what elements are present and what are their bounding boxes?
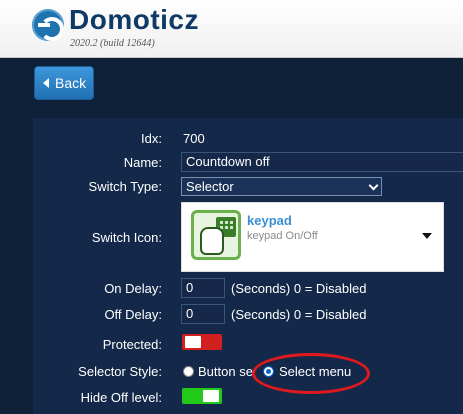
toggle-knob: [203, 390, 219, 402]
dropdown-triangle-icon: [422, 233, 432, 239]
keypad-dot: [225, 226, 228, 229]
keypad-dot: [220, 221, 223, 224]
off-delay-hint: (Seconds) 0 = Disabled: [231, 307, 367, 322]
switch-icon-select[interactable]: keypad keypad On/Off: [181, 202, 444, 272]
back-button[interactable]: Back: [34, 66, 94, 100]
icon-title: keypad: [247, 213, 292, 228]
protected-label: Protected:: [102, 337, 162, 352]
hide-off-toggle[interactable]: [182, 388, 222, 404]
toggle-knob: [185, 336, 201, 348]
app-version: 2020.2 (build 12644): [70, 38, 155, 49]
app-title: Domoticz: [69, 4, 199, 35]
switch-type-label: Switch Type:: [88, 179, 162, 194]
name-label: Name:: [123, 155, 162, 170]
switch-icon-label: Switch Icon:: [91, 230, 162, 245]
on-delay-input[interactable]: 0: [181, 278, 225, 298]
keypad-dot: [225, 221, 228, 224]
back-button-label: Back: [55, 75, 87, 91]
switch-type-select[interactable]: Selector: [181, 177, 382, 196]
chevron-down-icon: [368, 180, 379, 191]
off-delay-label: Off Delay:: [104, 307, 162, 322]
app-header: Domoticz 2020.2 (build 12644): [0, 0, 463, 58]
back-arrow-icon: [43, 78, 49, 88]
off-delay-input[interactable]: 0: [181, 304, 225, 324]
radio-button-set-label: Button se: [198, 364, 253, 379]
name-input[interactable]: Countdown off: [181, 152, 463, 172]
switch-type-value: Selector: [186, 179, 234, 194]
hide-off-label: Hide Off level:: [80, 390, 162, 405]
idx-value: 700: [183, 131, 205, 146]
radio-button-set[interactable]: [183, 366, 194, 377]
domoticz-logo-icon: [32, 9, 64, 41]
protected-toggle[interactable]: [182, 334, 222, 350]
on-delay-label: On Delay:: [104, 281, 162, 296]
keypad-dot: [230, 226, 233, 229]
idx-label: Idx:: [141, 131, 162, 146]
on-delay-hint: (Seconds) 0 = Disabled: [231, 281, 367, 296]
keypad-icon: [191, 210, 241, 260]
highlight-annotation: [252, 353, 370, 394]
keypad-dot: [230, 221, 233, 224]
icon-subtitle: keypad On/Off: [247, 230, 318, 242]
selector-style-label: Selector Style:: [78, 364, 162, 379]
keypad-hand: [200, 227, 224, 255]
